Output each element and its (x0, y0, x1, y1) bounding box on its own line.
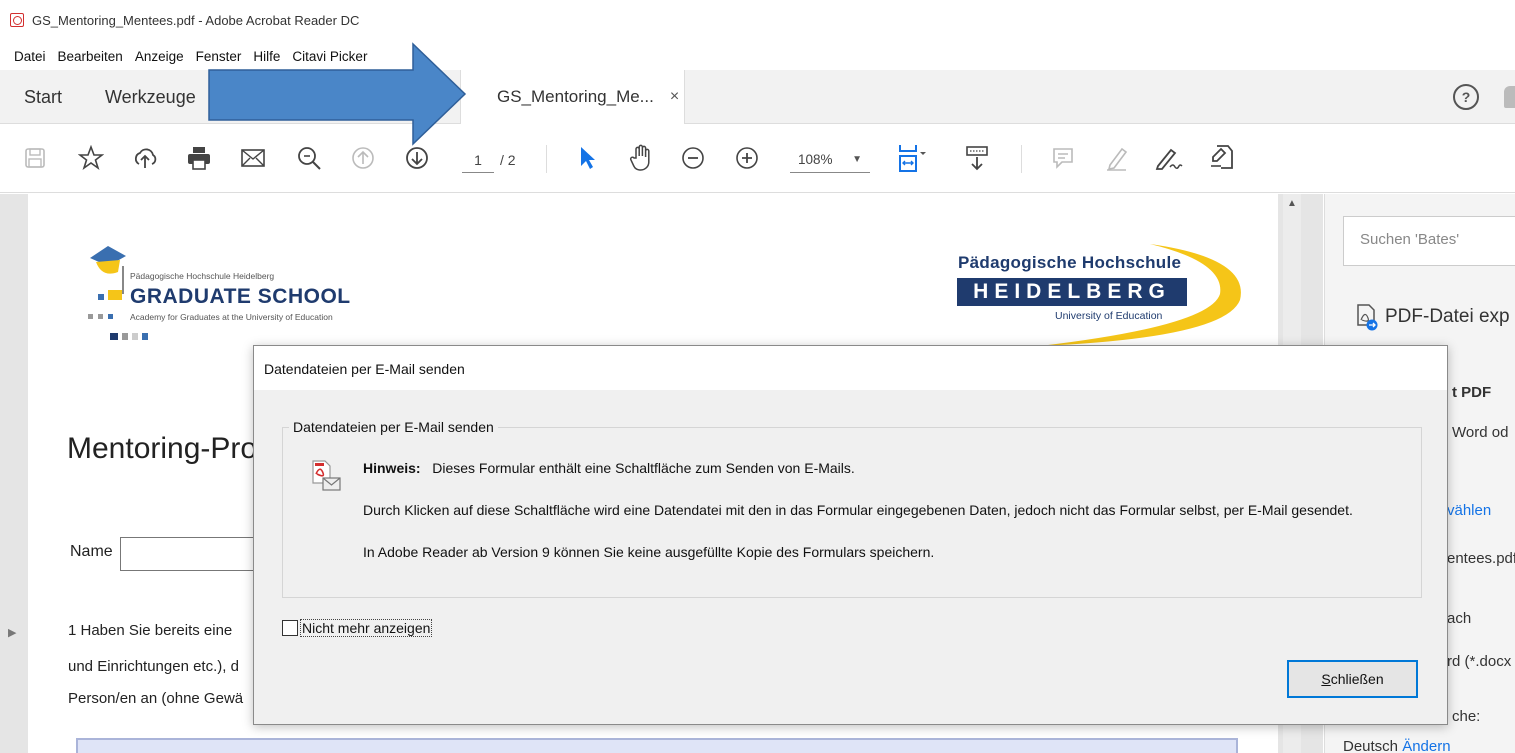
question-line-1: 1 Haben Sie bereits eine (68, 622, 233, 639)
dont-show-again-label[interactable]: Nicht mehr anzeigen (300, 619, 433, 637)
format-select[interactable]: rd (*.docx (1447, 653, 1511, 670)
language-value: Deutsch (1343, 738, 1399, 753)
tab-document-label: GS_Mentoring_Me... (497, 87, 654, 106)
email-data-dialog: Datendateien per E-Mail senden Datendate… (253, 345, 1448, 725)
help-icon[interactable]: ? (1453, 84, 1479, 110)
dialog-hint-text: Dieses Formular enthält eine Schaltfläch… (432, 460, 855, 476)
convert-target-label: ach (1447, 610, 1472, 627)
select-cursor-icon[interactable] (570, 141, 604, 175)
fill-sign-icon[interactable] (1204, 141, 1238, 175)
ph-logo-box: HEIDELBERG (957, 278, 1187, 306)
notification-bell-icon[interactable] (1504, 86, 1515, 108)
name-input[interactable] (120, 537, 260, 571)
dialog-title: Datendateien per E-Mail senden (254, 346, 1447, 390)
toolbar-divider (546, 145, 547, 173)
dialog-text-line-2: Durch Klicken auf diese Schaltfläche wir… (363, 502, 1353, 518)
upload-cloud-icon[interactable] (128, 141, 162, 175)
dialog-hint-line: Hinweis: Dieses Formular enthält eine Sc… (363, 460, 855, 476)
export-pdf-icon (1357, 304, 1378, 331)
form-answer-field[interactable] (76, 738, 1238, 753)
acrobat-icon (10, 13, 24, 27)
fit-page-icon[interactable] (895, 141, 929, 175)
sign-icon[interactable] (1152, 141, 1186, 175)
gs-logo-subtitle: Academy for Graduates at the University … (130, 312, 333, 322)
selected-file-name: entees.pdf (1447, 550, 1515, 567)
annotation-arrow (208, 42, 467, 146)
zoom-select[interactable]: 108% ▼ (790, 147, 870, 173)
bookmark-star-icon[interactable] (74, 141, 108, 175)
dialog-text-line-3: In Adobe Reader ab Version 9 können Sie … (363, 544, 935, 560)
dialog-hint-label: Hinweis: (363, 460, 421, 476)
name-label: Name (70, 543, 113, 560)
ph-logo-subtitle: University of Education (1055, 310, 1163, 322)
gs-logo-small-text: Pädagogische Hochschule Heidelberg (130, 271, 275, 281)
scroll-mode-icon[interactable] (960, 141, 994, 175)
highlight-pen-icon[interactable] (1100, 141, 1134, 175)
save-icon[interactable] (18, 141, 52, 175)
menu-datei[interactable]: Datei (14, 49, 46, 64)
convert-description: Word od (1452, 424, 1509, 441)
comment-icon[interactable] (1046, 141, 1080, 175)
window-title: GS_Mentoring_Mentees.pdf - Adobe Acrobat… (32, 12, 360, 28)
expand-left-pane-icon[interactable]: ▶ (8, 626, 16, 639)
gs-logo-title: GRADUATE SCHOOL (130, 285, 351, 308)
question-line-2: und Einrichtungen etc.), d (68, 658, 239, 675)
select-file-link[interactable]: vählen (1447, 502, 1491, 519)
toolbar-divider (1021, 145, 1022, 173)
zoom-value: 108% (798, 152, 833, 167)
dialog-group-label: Datendateien per E-Mail senden (289, 419, 498, 435)
tools-search-input[interactable]: Suchen 'Bates' (1343, 216, 1515, 266)
language-row: Deutsch Ändern (1343, 738, 1451, 753)
dont-show-again-checkbox-row[interactable]: Nicht mehr anzeigen (282, 619, 433, 637)
tab-document[interactable]: GS_Mentoring_Me... × (460, 70, 685, 124)
page-total: / 2 (500, 152, 516, 168)
language-label: che: (1452, 708, 1481, 725)
convert-title: t PDF (1452, 384, 1492, 401)
chevron-down-icon: ▼ (852, 154, 862, 165)
question-line-3: Person/en an (ohne Gewä (68, 690, 244, 707)
window-titlebar: GS_Mentoring_Mentees.pdf - Adobe Acrobat… (0, 0, 1515, 40)
menu-bearbeiten[interactable]: Bearbeiten (58, 49, 123, 64)
hand-tool-icon[interactable] (624, 141, 658, 175)
dont-show-again-checkbox[interactable] (282, 620, 298, 636)
document-heading: Mentoring-Prog (67, 432, 274, 465)
export-pdf-label[interactable]: PDF-Datei exp (1385, 306, 1510, 328)
zoom-out-icon[interactable] (676, 141, 710, 175)
tab-start[interactable]: Start (24, 70, 62, 124)
zoom-in-icon[interactable] (730, 141, 764, 175)
ph-logo-top: Pädagogische Hochschule (958, 253, 1182, 272)
pdf-email-icon (312, 460, 341, 491)
dialog-body: Datendateien per E-Mail senden Hinweis: … (254, 390, 1447, 724)
close-tab-icon[interactable]: × (670, 88, 679, 106)
close-button-label: chließen (1330, 671, 1384, 687)
tab-tools[interactable]: Werkzeuge (105, 70, 196, 124)
menu-anzeige[interactable]: Anzeige (135, 49, 184, 64)
close-button-mnemonic: S (1321, 671, 1331, 687)
close-button[interactable]: Schließen (1287, 660, 1418, 698)
scroll-up-icon[interactable]: ▲ (1287, 198, 1297, 209)
change-language-link[interactable]: Ändern (1402, 738, 1450, 753)
